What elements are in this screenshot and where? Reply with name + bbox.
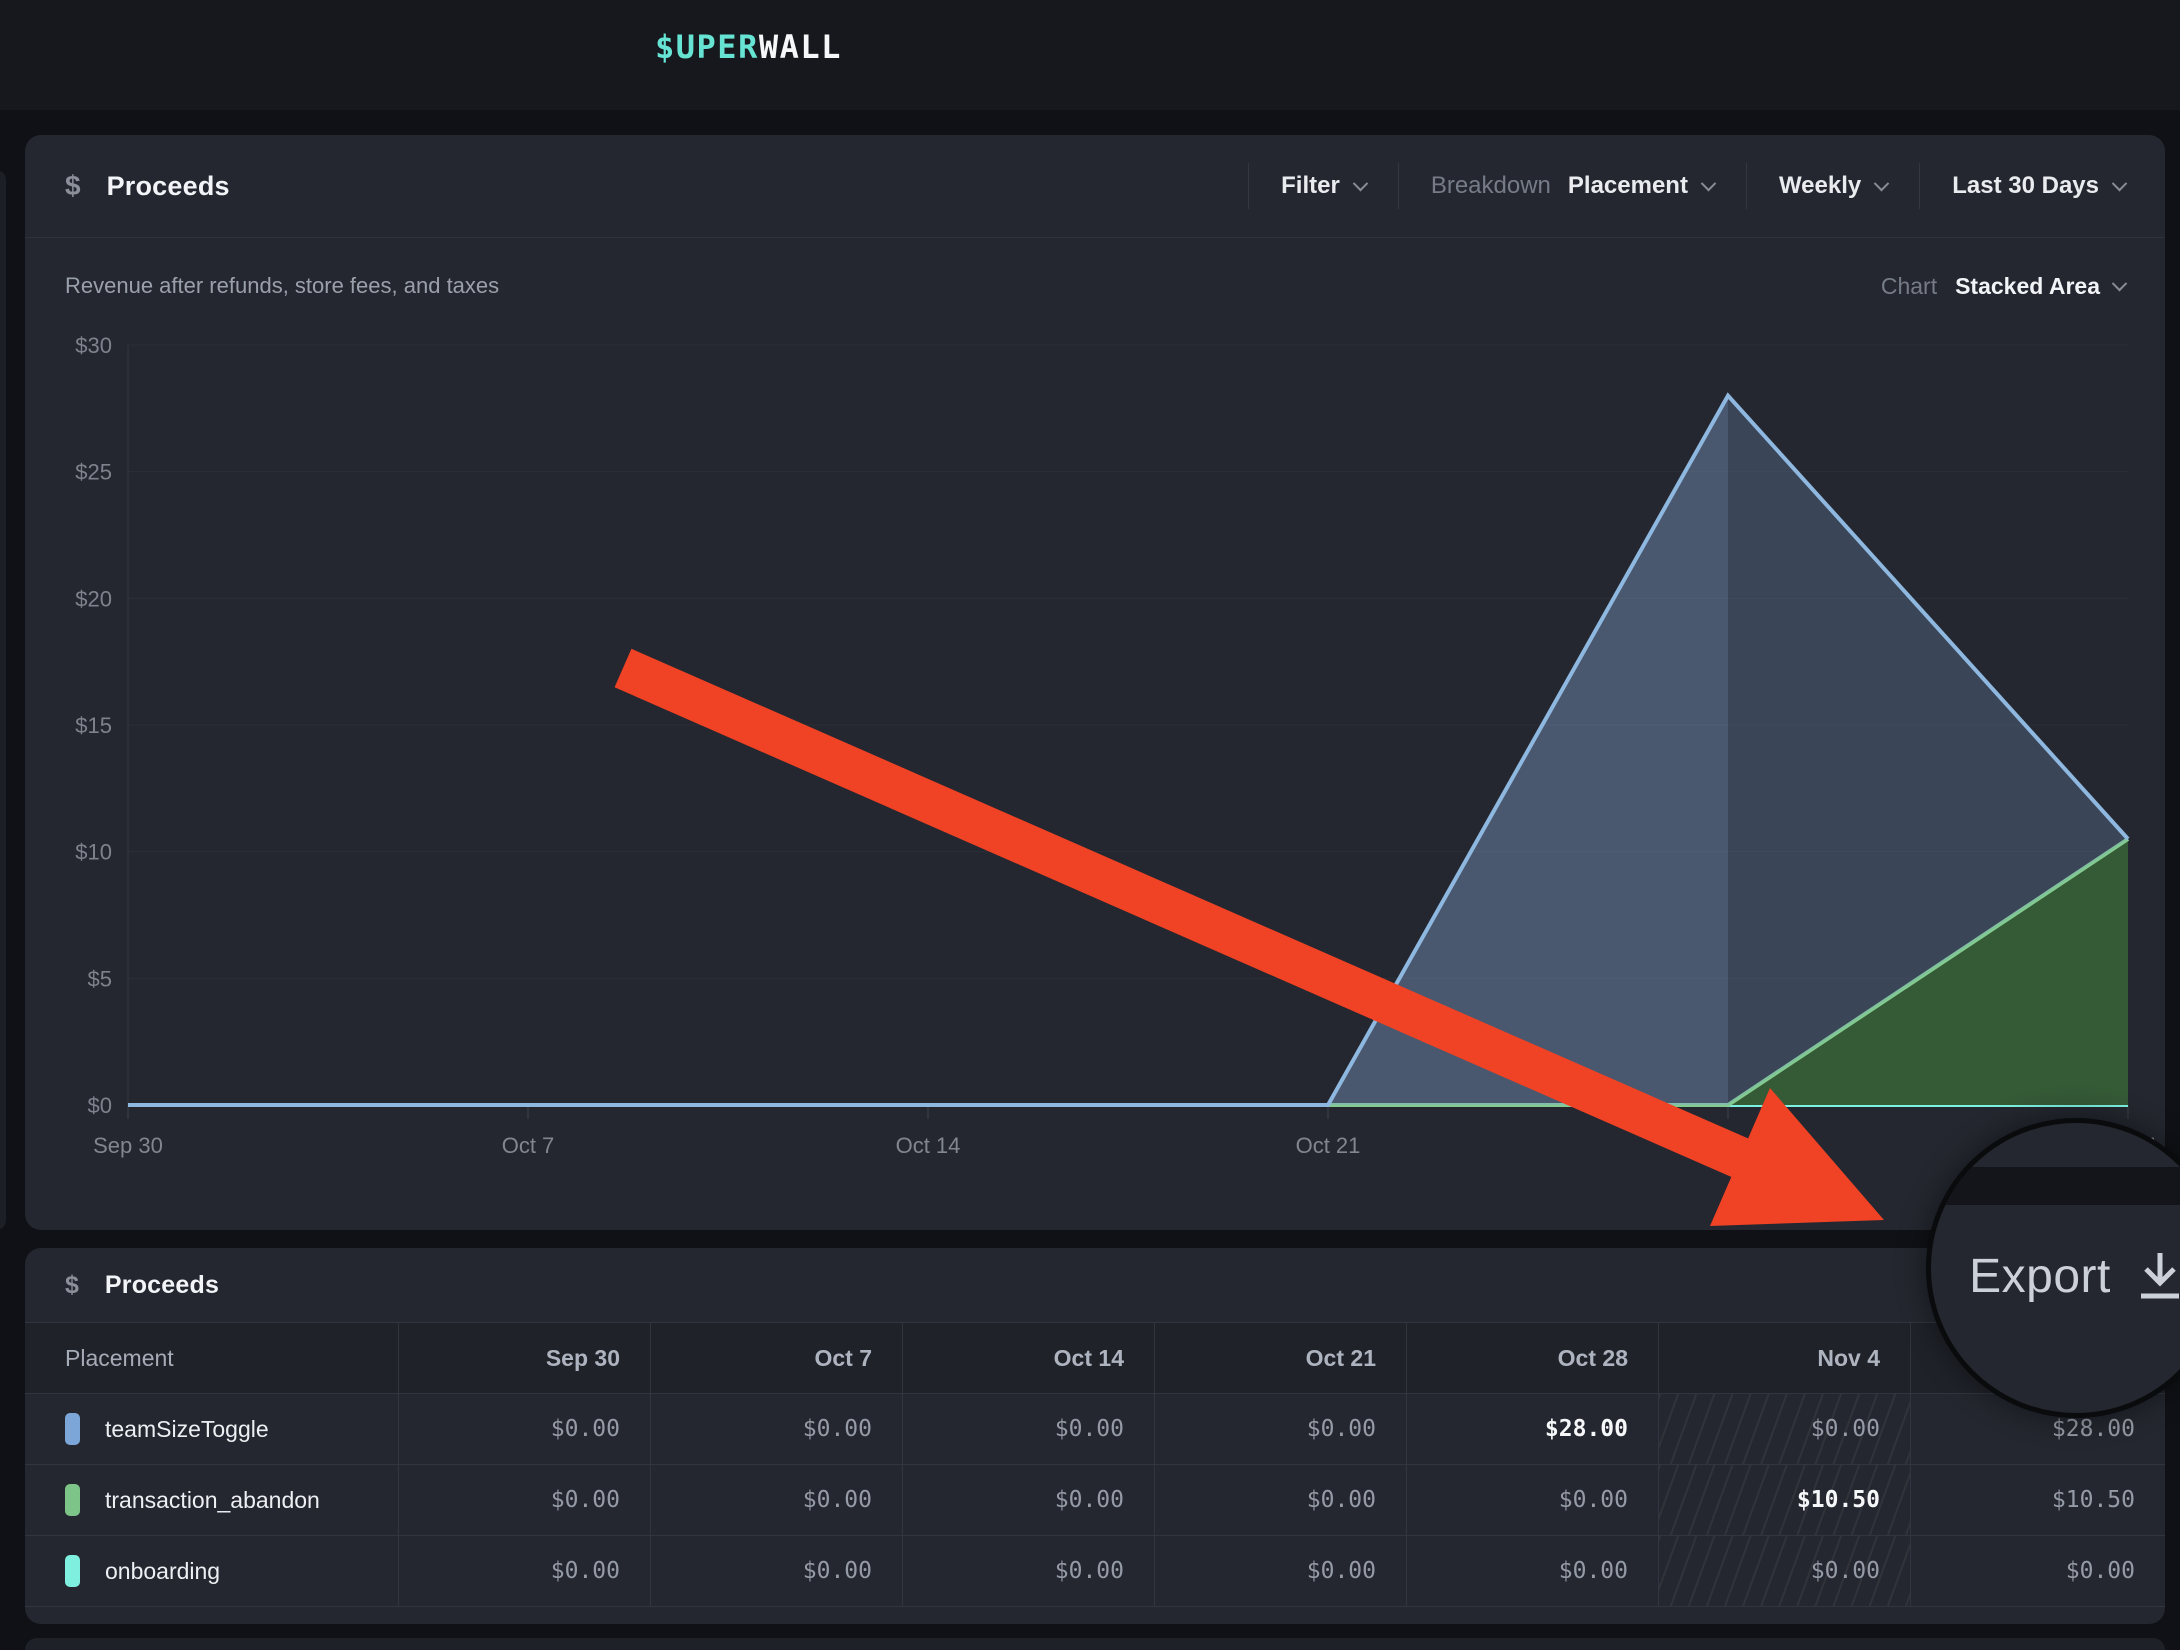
export-label: Export xyxy=(1969,1249,2111,1304)
value-cell: $0.00 xyxy=(1658,1536,1910,1606)
x-axis-label: Oct 28 xyxy=(1696,1133,1761,1158)
x-axis-label: Sep 30 xyxy=(93,1133,163,1158)
download-icon xyxy=(2137,1251,2180,1303)
placement-cell: transaction_abandon xyxy=(25,1465,398,1535)
placement-label: onboarding xyxy=(105,1558,220,1585)
column-header: Oct 21 xyxy=(1154,1323,1406,1393)
total-cell: $10.50 xyxy=(1910,1465,2165,1535)
y-axis-label: $30 xyxy=(75,333,112,358)
value-cell: $0.00 xyxy=(650,1394,902,1464)
logo-accent: $UPER xyxy=(655,28,759,66)
value-cell: $0.00 xyxy=(1154,1536,1406,1606)
column-header: Oct 7 xyxy=(650,1323,902,1393)
series-swatch xyxy=(65,1484,80,1516)
column-header: Sep 30 xyxy=(398,1323,650,1393)
proceeds-table: PlacementSep 30Oct 7Oct 14Oct 21Oct 28No… xyxy=(25,1322,2165,1607)
dollar-icon: $ xyxy=(65,1271,79,1300)
column-header-placement: Placement xyxy=(25,1323,398,1393)
value-cell: $0.00 xyxy=(902,1465,1154,1535)
value-cell: $0.00 xyxy=(1154,1465,1406,1535)
column-header: Oct 28 xyxy=(1406,1323,1658,1393)
table-row: onboarding$0.00$0.00$0.00$0.00$0.00$0.00… xyxy=(25,1536,2165,1607)
value-cell: $0.00 xyxy=(650,1536,902,1606)
value-cell: $0.00 xyxy=(398,1536,650,1606)
top-bar: $UPERWALL xyxy=(0,0,2180,110)
y-axis-label: $20 xyxy=(75,586,112,611)
logo-rest: WALL xyxy=(759,28,842,66)
placement-cell: teamSizeToggle xyxy=(25,1394,398,1464)
column-header: Nov 4 xyxy=(1658,1323,1910,1393)
table-row: teamSizeToggle$0.00$0.00$0.00$0.00$28.00… xyxy=(25,1394,2165,1465)
value-cell: $0.00 xyxy=(650,1465,902,1535)
value-cell: $0.00 xyxy=(902,1536,1154,1606)
y-axis-label: $10 xyxy=(75,840,112,865)
magnified-card-gap xyxy=(1931,1167,2180,1205)
table-card-header: $ Proceeds xyxy=(25,1248,2165,1322)
series-swatch xyxy=(65,1413,80,1445)
value-cell: $0.00 xyxy=(902,1394,1154,1464)
value-cell: $0.00 xyxy=(398,1465,650,1535)
value-cell: $0.00 xyxy=(1154,1394,1406,1464)
stacked-area-chart: $30 $25 $20 $15 $10 $5 $0 Sep 30 Oct 7 Oct 14 Oct … xyxy=(25,135,2165,1230)
proceeds-chart-card: $ Proceeds Filter Breakdown Placement We… xyxy=(25,135,2165,1230)
x-axis-label: Oct 21 xyxy=(1296,1133,1361,1158)
value-cell: $0.00 xyxy=(1658,1394,1910,1464)
table-header-row: PlacementSep 30Oct 7Oct 14Oct 21Oct 28No… xyxy=(25,1323,2165,1394)
adjacent-card-edge xyxy=(0,170,6,1230)
proceeds-table-card: $ Proceeds PlacementSep 30Oct 7Oct 14Oct… xyxy=(25,1248,2165,1624)
table-card-title: Proceeds xyxy=(105,1271,219,1300)
next-card-edge xyxy=(25,1638,2165,1650)
placement-label: teamSizeToggle xyxy=(105,1416,269,1443)
series-teamsizetoggle-area xyxy=(128,396,2128,1105)
value-cell: $28.00 xyxy=(1406,1394,1658,1464)
value-cell: $0.00 xyxy=(1406,1536,1658,1606)
y-axis-label: $0 xyxy=(88,1093,112,1118)
superwall-logo[interactable]: $UPERWALL xyxy=(655,28,842,66)
x-axis-label: Oct 14 xyxy=(896,1133,961,1158)
total-cell: $0.00 xyxy=(1910,1536,2165,1606)
placement-label: transaction_abandon xyxy=(105,1487,320,1514)
placement-cell: onboarding xyxy=(25,1536,398,1606)
value-cell: $0.00 xyxy=(1406,1465,1658,1535)
series-swatch xyxy=(65,1555,80,1587)
column-header: Oct 14 xyxy=(902,1323,1154,1393)
table-row: transaction_abandon$0.00$0.00$0.00$0.00$… xyxy=(25,1465,2165,1536)
y-axis-label: $25 xyxy=(75,460,112,485)
y-axis-label: $15 xyxy=(75,713,112,738)
value-cell: $10.50 xyxy=(1658,1465,1910,1535)
value-cell: $0.00 xyxy=(398,1394,650,1464)
y-axis-label: $5 xyxy=(88,966,112,991)
x-axis-label: Oct 7 xyxy=(502,1133,555,1158)
export-button[interactable]: Export xyxy=(1931,1249,2180,1304)
